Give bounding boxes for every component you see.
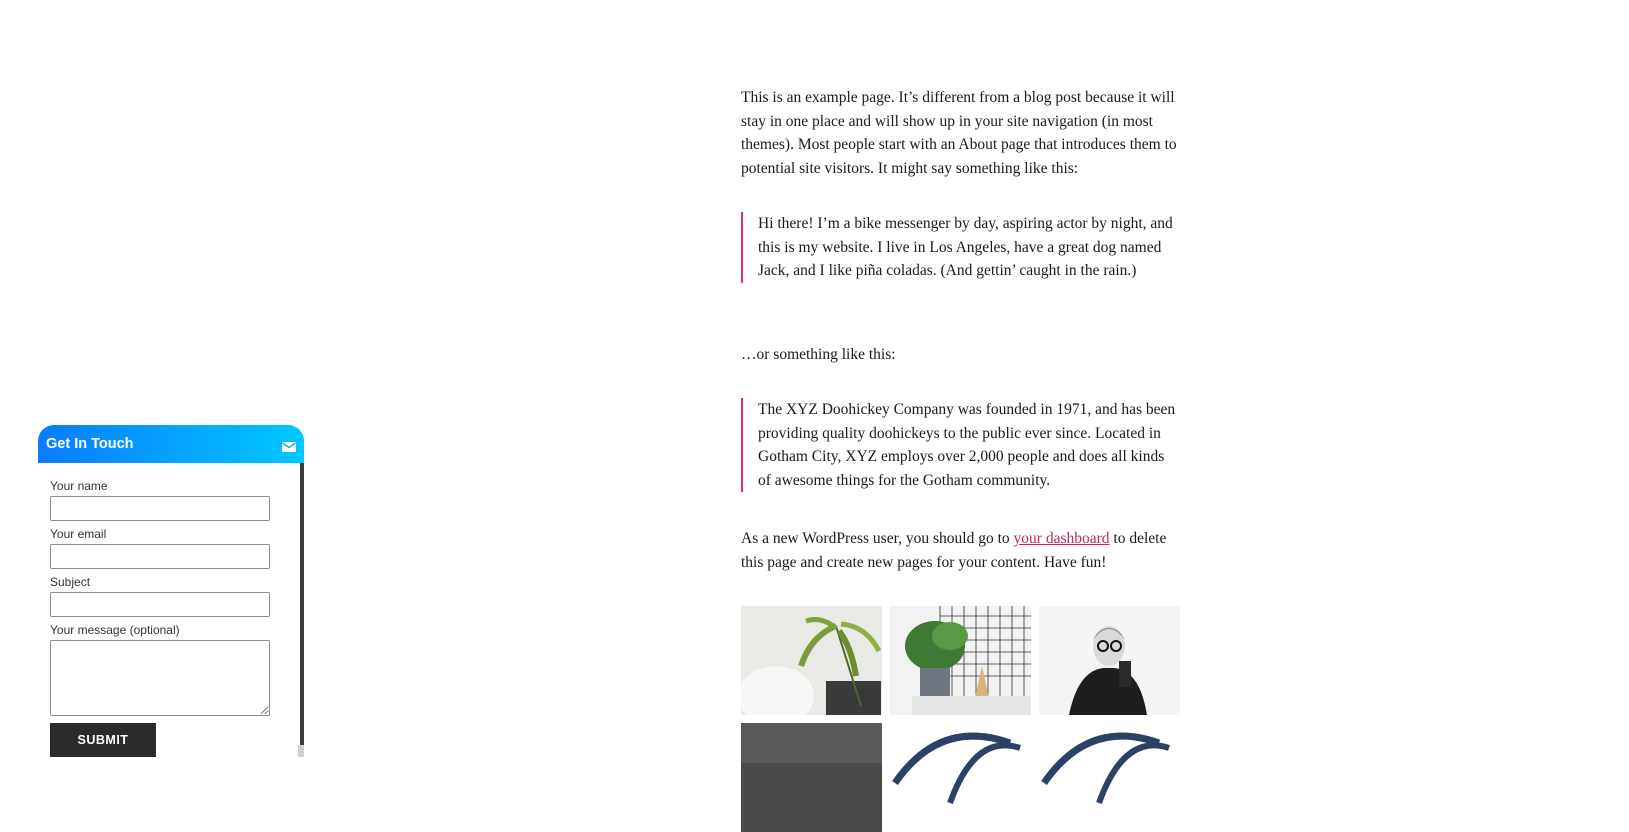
plant-grid-letter-photo-icon [890, 606, 1031, 715]
quote-text: The XYZ Doohickey Company was founded in… [758, 401, 1176, 489]
dark-gray-photo-icon [741, 723, 882, 832]
woman-glasses-photo-icon [1039, 606, 1180, 715]
gallery-image-palm-chair[interactable] [741, 606, 882, 715]
gallery-image-dark[interactable] [741, 723, 882, 832]
dashboard-link[interactable]: your dashboard [1014, 530, 1110, 547]
submit-button[interactable]: SUBMIT [50, 723, 156, 757]
palm-chair-photo-icon [741, 606, 882, 715]
or-something-line: …or something like this: [741, 346, 896, 363]
image-gallery [741, 606, 1180, 832]
email-label: Your email [50, 527, 107, 541]
script-logo-photo-icon [1039, 723, 1180, 832]
gallery-image-script-logo-2[interactable] [1039, 723, 1180, 832]
gallery-image-script-logo-1[interactable] [890, 723, 1031, 832]
mail-icon[interactable] [282, 439, 296, 452]
scrollbar-thumb[interactable] [298, 745, 304, 757]
email-field[interactable] [50, 544, 270, 569]
message-field[interactable] [50, 640, 270, 716]
contact-widget: Get In Touch Your name Your email Subjec… [38, 425, 304, 757]
message-label: Your message (optional) [50, 623, 180, 637]
script-logo-photo-icon [890, 723, 1031, 832]
name-label: Your name [50, 479, 108, 493]
gallery-image-plant-grid[interactable] [890, 606, 1031, 715]
dashboard-pre-text: As a new WordPress user, you should go t… [741, 530, 1014, 547]
contact-form: Your name Your email Subject Your messag… [38, 463, 304, 757]
quote-text: Hi there! I’m a bike messenger by day, a… [758, 215, 1173, 279]
blockquote-doohickey-company: The XYZ Doohickey Company was founded in… [741, 398, 1178, 492]
intro-paragraph: This is an example page. It’s different … [741, 89, 1177, 177]
gallery-image-woman-glasses[interactable] [1039, 606, 1180, 715]
contact-widget-header[interactable]: Get In Touch [38, 425, 304, 463]
contact-widget-title: Get In Touch [46, 436, 134, 452]
subject-label: Subject [50, 575, 91, 589]
name-field[interactable] [50, 496, 270, 521]
blockquote-bike-messenger: Hi there! I’m a bike messenger by day, a… [741, 212, 1178, 283]
subject-field[interactable] [50, 592, 270, 617]
dashboard-paragraph: As a new WordPress user, you should go t… [741, 527, 1181, 574]
page-content: This is an example page. It’s different … [741, 86, 1179, 180]
